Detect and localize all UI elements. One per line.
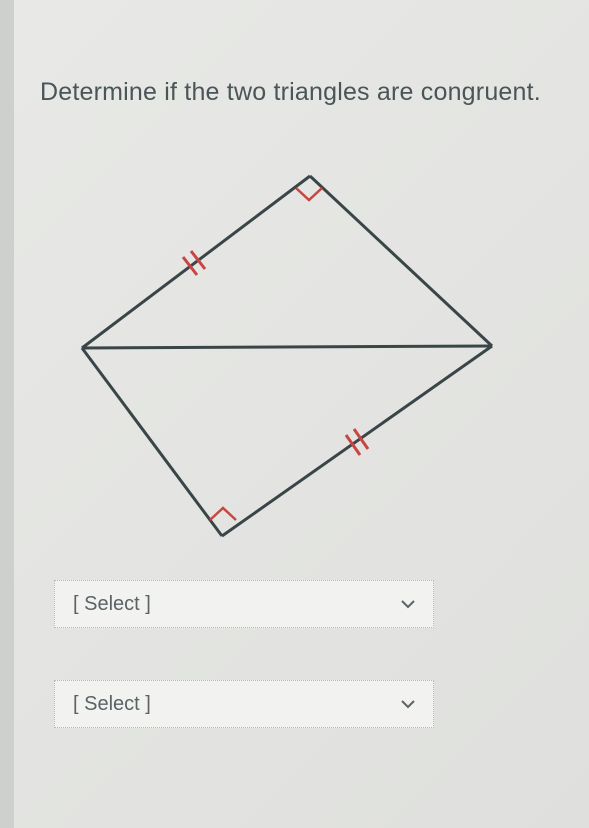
edge-bottom-left [82, 348, 222, 536]
edge-top-right [310, 176, 492, 346]
left-margin [0, 0, 14, 828]
question-prompt: Determine if the two triangles are congr… [40, 78, 541, 107]
edge-top-left [82, 176, 310, 348]
edge-bottom-right [222, 346, 492, 536]
chevron-down-icon [401, 597, 415, 611]
answer-dropdown-2[interactable]: [ Select ] [54, 680, 434, 728]
right-angle-marker-bottom [210, 508, 236, 520]
geometry-diagram [62, 148, 512, 548]
diagonal [82, 346, 492, 348]
content-area: Determine if the two triangles are congr… [14, 0, 589, 828]
answer-dropdown-1[interactable]: [ Select ] [54, 580, 434, 628]
chevron-down-icon [401, 697, 415, 711]
dropdown-1-placeholder: [ Select ] [73, 593, 151, 616]
dropdown-2-placeholder: [ Select ] [73, 693, 151, 716]
right-angle-marker-top [296, 188, 322, 200]
